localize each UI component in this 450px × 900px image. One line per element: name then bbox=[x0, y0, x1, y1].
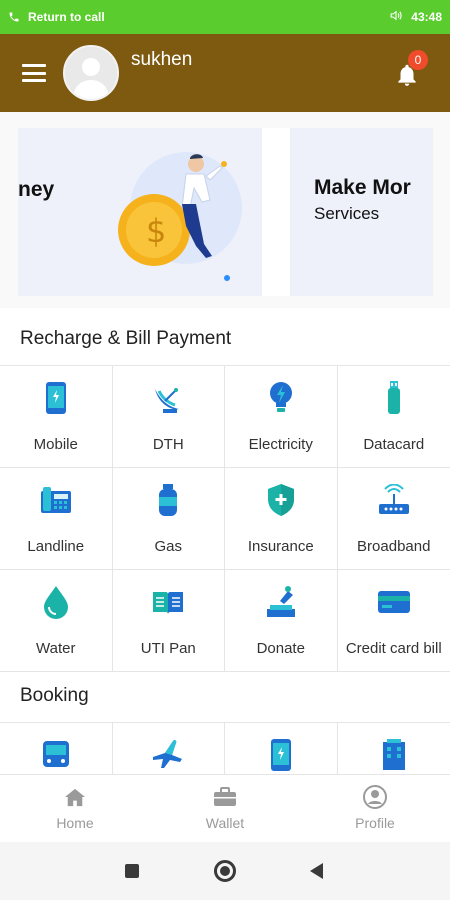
nav-wallet[interactable]: Wallet bbox=[150, 775, 300, 842]
nav-profile[interactable]: Profile bbox=[300, 775, 450, 842]
tile-broadband[interactable]: Broadband bbox=[337, 468, 450, 570]
speaker-icon bbox=[389, 9, 403, 25]
gas-cylinder-icon bbox=[150, 482, 186, 518]
tile-label: Broadband bbox=[357, 538, 431, 555]
tile-label: DTH bbox=[152, 436, 184, 453]
bulb-icon bbox=[263, 380, 299, 416]
tile-label: UTI Pan bbox=[140, 640, 196, 657]
tile-landline[interactable]: Landline bbox=[0, 468, 113, 570]
tile-insurance[interactable]: Insurance bbox=[225, 468, 338, 570]
booking-grid bbox=[0, 722, 450, 775]
recharge-section-title: Recharge & Bill Payment bbox=[20, 328, 232, 349]
landline-phone-icon bbox=[38, 482, 74, 518]
username: sukhen bbox=[131, 49, 193, 70]
shield-icon bbox=[263, 482, 299, 518]
tile-donate[interactable]: Donate bbox=[225, 570, 338, 672]
book-icon bbox=[150, 584, 186, 620]
router-icon bbox=[376, 482, 412, 518]
tile-mobile[interactable]: Mobile bbox=[0, 366, 113, 468]
nav-home[interactable]: Home bbox=[0, 775, 150, 842]
bus-icon bbox=[38, 737, 74, 773]
tile-water[interactable]: Water bbox=[0, 570, 113, 672]
banner-title: Make Mor bbox=[314, 176, 411, 199]
banner-slide-gap bbox=[262, 128, 290, 296]
airplane-icon bbox=[150, 737, 186, 773]
tile-label: Electricity bbox=[248, 436, 313, 453]
nav-label: Profile bbox=[355, 815, 395, 831]
tile-hotel-booking[interactable] bbox=[338, 723, 450, 775]
tile-electricity[interactable]: Electricity bbox=[225, 366, 338, 468]
back-icon[interactable] bbox=[310, 863, 323, 879]
tile-label: Donate bbox=[256, 640, 305, 657]
status-time: 43:48 bbox=[411, 10, 442, 24]
phone-icon bbox=[8, 10, 22, 24]
status-bar: Return to call 43:48 bbox=[0, 0, 450, 34]
mobile-icon bbox=[38, 380, 74, 416]
tile-flight-booking[interactable] bbox=[113, 723, 225, 775]
tile-credit-card-bill[interactable]: Credit card bill bbox=[337, 570, 450, 672]
recharge-grid: Mobile DTH Electricity Datacard Landline… bbox=[0, 365, 450, 672]
tile-label: Landline bbox=[27, 538, 85, 555]
tile-label: Insurance bbox=[247, 538, 314, 555]
notification-badge: 0 bbox=[408, 50, 428, 70]
banner-slide[interactable]: ney $ Make Mor Services bbox=[18, 128, 433, 296]
menu-icon[interactable] bbox=[22, 64, 46, 82]
tile-gas[interactable]: Gas bbox=[112, 468, 225, 570]
tile-label: Datacard bbox=[363, 436, 425, 453]
banner-carousel[interactable]: ney $ Make Mor Services bbox=[0, 112, 450, 308]
return-to-call-text[interactable]: Return to call bbox=[28, 10, 105, 24]
tile-label: Water bbox=[36, 640, 76, 657]
mobile-icon bbox=[263, 737, 299, 773]
avatar[interactable] bbox=[63, 45, 119, 101]
tile-bus-booking[interactable] bbox=[0, 723, 113, 775]
satellite-dish-icon bbox=[150, 380, 186, 416]
businessman-coin-illustration: $ bbox=[118, 152, 242, 266]
tile-label: Credit card bill bbox=[345, 640, 442, 657]
recent-apps-icon[interactable] bbox=[125, 864, 139, 878]
nav-label: Wallet bbox=[205, 815, 245, 831]
water-drop-icon bbox=[38, 584, 74, 620]
booking-section-title: Booking bbox=[20, 685, 89, 706]
nav-label: Home bbox=[56, 815, 94, 831]
credit-card-icon bbox=[376, 584, 412, 620]
svg-text:$: $ bbox=[146, 212, 166, 250]
tile-dth[interactable]: DTH bbox=[112, 366, 225, 468]
building-icon bbox=[376, 737, 412, 773]
tile-label: Gas bbox=[154, 538, 182, 555]
donation-icon bbox=[263, 584, 299, 620]
home-icon bbox=[63, 785, 87, 809]
tile-uti-pan[interactable]: UTI Pan bbox=[112, 570, 225, 672]
tile-mobile-booking[interactable] bbox=[225, 723, 338, 775]
bottom-navigation: Home Wallet Profile bbox=[0, 774, 450, 842]
tile-datacard[interactable]: Datacard bbox=[337, 366, 450, 468]
tile-label: Mobile bbox=[33, 436, 78, 453]
banner-subtitle: Services bbox=[314, 204, 380, 223]
app-header: sukhen 0 bbox=[0, 34, 450, 112]
system-navigation-bar bbox=[0, 842, 450, 900]
home-button-icon[interactable] bbox=[214, 860, 236, 882]
profile-icon bbox=[363, 785, 387, 809]
carousel-indicator-dot[interactable] bbox=[224, 275, 230, 281]
banner-left-text: ney bbox=[18, 178, 55, 201]
wallet-icon bbox=[213, 785, 237, 809]
usb-icon bbox=[376, 380, 412, 416]
